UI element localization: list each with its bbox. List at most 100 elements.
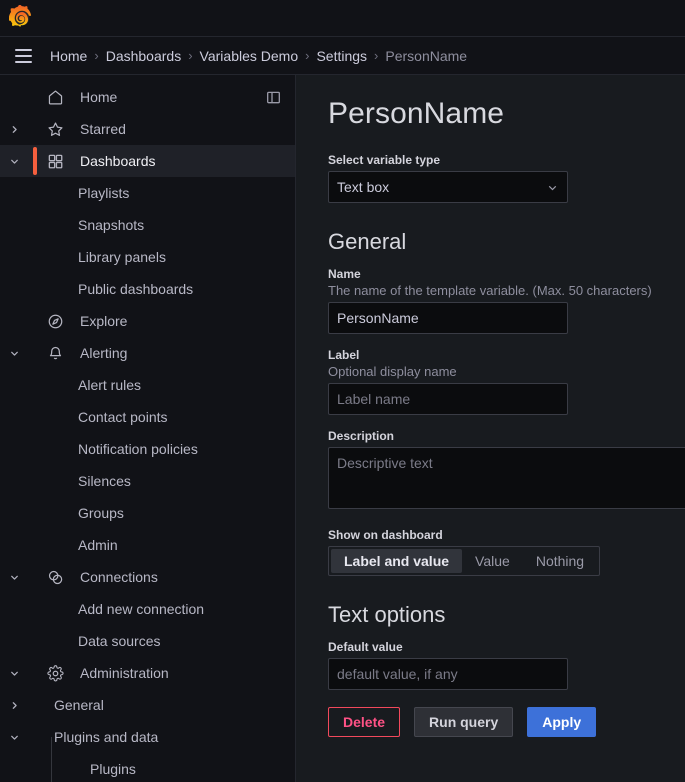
sidebar-item-label: Alerting (80, 345, 128, 361)
breadcrumb: Home › Dashboards › Variables Demo › Settings ›… (50, 48, 467, 64)
sidebar-item-plugins-and-data[interactable]: Plugins and data (0, 721, 295, 753)
name-label: Name (328, 267, 361, 281)
sidebar-item-label: Starred (80, 121, 126, 137)
sidebar-item-explore[interactable]: Explore (0, 305, 295, 337)
sidebar-item-notification-policies[interactable]: Notification policies (0, 433, 295, 465)
delete-button[interactable]: Delete (328, 707, 401, 737)
sidebar-item-add-new-connection[interactable]: Add new connection (0, 593, 295, 625)
default-value-field-group: Default value (328, 640, 685, 690)
breadcrumb-item-dashboards[interactable]: Dashboards (106, 48, 182, 64)
grafana-logo-icon[interactable] (9, 5, 35, 31)
show-on-dashboard-option-nothing[interactable]: Nothing (523, 549, 597, 573)
show-on-dashboard-group: Show on dashboard Label and value Value No… (328, 528, 685, 576)
connections-icon (42, 569, 68, 586)
bell-icon (42, 345, 68, 362)
text-options-heading: Text options (328, 602, 446, 627)
sidebar-item-label: Public dashboards (78, 281, 194, 297)
sidebar-item-connections[interactable]: Connections (0, 561, 295, 593)
sidebar-item-home[interactable]: Home (0, 81, 295, 113)
page-title: PersonName (328, 97, 505, 130)
chevron-down-icon[interactable] (0, 572, 28, 583)
apply-button[interactable]: Apply (527, 707, 597, 737)
sidebar-item-label: Groups (78, 505, 124, 521)
label-input[interactable] (328, 383, 568, 415)
label-field-group: Label Optional display name (328, 348, 685, 415)
dashboards-icon (42, 153, 68, 170)
name-description: The name of the template variable. (Max.… (328, 283, 652, 298)
sidebar-item-contact-points[interactable]: Contact points (0, 401, 295, 433)
show-on-dashboard-option-label-and-value[interactable]: Label and value (331, 549, 463, 573)
chevron-down-icon (546, 181, 559, 194)
sidebar-item-label: Administration (80, 665, 169, 681)
breadcrumb-item-variables-demo[interactable]: Variables Demo (200, 48, 299, 64)
general-section-heading: General (328, 229, 407, 254)
sidebar-item-starred[interactable]: Starred (0, 113, 295, 145)
sidebar-item-label: Notification policies (78, 441, 198, 457)
sidebar-item-plugins[interactable]: Plugins (0, 753, 295, 782)
star-icon (42, 121, 68, 138)
sidebar-item-label: Playlists (78, 185, 130, 201)
chevron-right-icon[interactable] (0, 700, 28, 711)
breadcrumb-separator: › (188, 48, 193, 63)
run-query-button[interactable]: Run query (414, 707, 514, 737)
sidebar-nav: Home Starred Dashboards Playlists Snapshots L… (0, 75, 296, 782)
sidebar-item-label: Admin (78, 537, 118, 553)
chevron-down-icon[interactable] (0, 668, 28, 679)
sidebar-item-label: Add new connection (78, 601, 205, 617)
sidebar-item-label: Plugins (90, 761, 136, 777)
variable-type-label: Select variable type (328, 153, 441, 167)
sidebar-item-label: Snapshots (78, 217, 145, 233)
name-input[interactable] (328, 302, 568, 334)
chevron-down-icon[interactable] (0, 348, 28, 359)
default-value-label: Default value (328, 640, 403, 654)
sidebar-item-label: Home (80, 89, 118, 105)
sidebar-item-silences[interactable]: Silences (0, 465, 295, 497)
sidebar-item-snapshots[interactable]: Snapshots (0, 209, 295, 241)
breadcrumb-separator: › (305, 48, 310, 63)
action-button-row: Delete Run query Apply (328, 707, 685, 737)
sidebar-item-label: Silences (78, 473, 131, 489)
breadcrumb-item-settings[interactable]: Settings (316, 48, 367, 64)
sidebar-item-admin[interactable]: Admin (0, 529, 295, 561)
sidebar-item-library-panels[interactable]: Library panels (0, 241, 295, 273)
variable-type-value: Text box (337, 179, 390, 195)
sidebar-item-groups[interactable]: Groups (0, 497, 295, 529)
label-description: Optional display name (328, 364, 457, 379)
show-on-dashboard-option-value[interactable]: Value (462, 549, 523, 573)
name-field-group: Name The name of the template variable. … (328, 267, 685, 334)
sidebar-item-general[interactable]: General (0, 689, 295, 721)
sidebar-item-label: Connections (80, 569, 158, 585)
sidebar-item-data-sources[interactable]: Data sources (0, 625, 295, 657)
sidebar-item-label: Data sources (78, 633, 161, 649)
default-value-input[interactable] (328, 658, 568, 690)
show-on-dashboard-label: Show on dashboard (328, 528, 443, 542)
gear-icon (42, 664, 68, 682)
menu-toggle-icon[interactable] (10, 43, 36, 69)
compass-icon (42, 313, 68, 330)
chevron-right-icon[interactable] (0, 124, 28, 135)
sidebar-item-public-dashboards[interactable]: Public dashboards (0, 273, 295, 305)
sidebar-item-label: General (54, 697, 104, 713)
sidebar-item-label: Library panels (78, 249, 166, 265)
breadcrumb-bar: Home › Dashboards › Variables Demo › Settings ›… (0, 37, 685, 75)
sidebar-item-administration[interactable]: Administration (0, 657, 295, 689)
home-icon (42, 89, 68, 106)
show-on-dashboard-radio-group[interactable]: Label and value Value Nothing (328, 546, 601, 576)
description-textarea[interactable] (328, 447, 685, 509)
sidebar-item-alert-rules[interactable]: Alert rules (0, 369, 295, 401)
sidebar-item-label: Dashboards (80, 153, 156, 169)
sidebar-item-playlists[interactable]: Playlists (0, 177, 295, 209)
sidebar-item-dashboards[interactable]: Dashboards (0, 145, 295, 177)
indent-guide (51, 737, 52, 782)
breadcrumb-separator: › (94, 48, 99, 63)
chevron-down-icon[interactable] (0, 732, 28, 743)
sidebar-item-label: Contact points (78, 409, 168, 425)
label-label: Label (328, 348, 360, 362)
description-label: Description (328, 429, 395, 443)
breadcrumb-item-home[interactable]: Home (50, 48, 87, 64)
chevron-down-icon[interactable] (0, 156, 28, 167)
body: Home Starred Dashboards Playlists Snapshots L… (0, 75, 685, 782)
sidebar-item-alerting[interactable]: Alerting (0, 337, 295, 369)
sidebar-item-label: Plugins and data (54, 729, 159, 745)
variable-type-select[interactable]: Text box (328, 171, 568, 203)
